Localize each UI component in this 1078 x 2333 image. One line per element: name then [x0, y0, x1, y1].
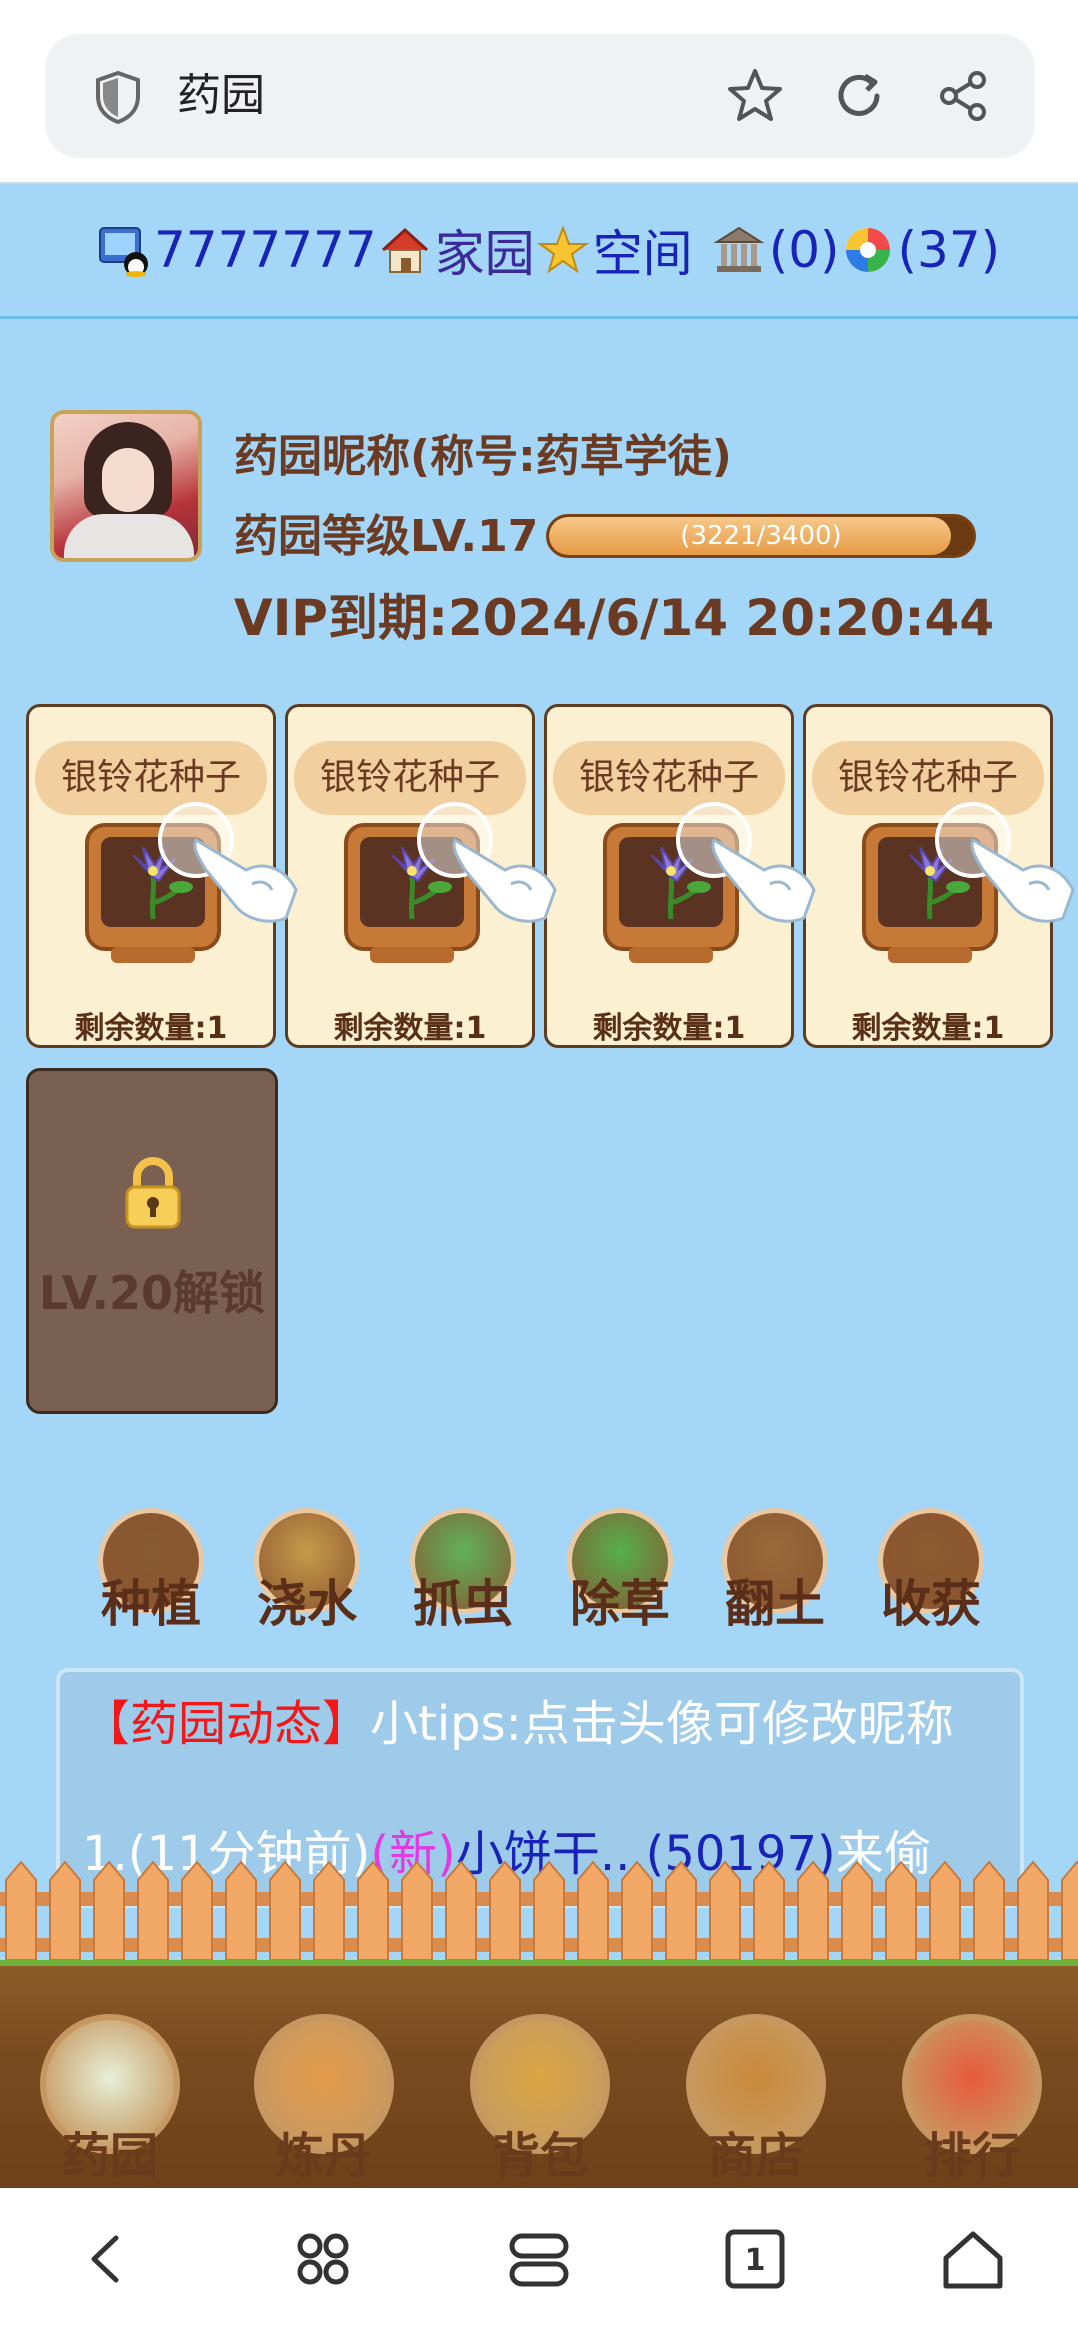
bank-count[interactable]: (0) [769, 221, 840, 279]
menu-icon[interactable] [288, 2224, 358, 2294]
seed-remaining: 剩余数量:1 [592, 1011, 746, 1046]
seed-remaining: 剩余数量:1 [333, 1011, 487, 1046]
seed-remaining: 剩余数量:1 [74, 1011, 228, 1046]
exp-progress-text: (3221/3400) [680, 521, 842, 551]
profile-level: 药园等级LV.17 [234, 511, 539, 562]
action-watering-can[interactable]: 浇水 [242, 1500, 372, 1640]
tap-hint-hand-icon [417, 802, 557, 923]
reload-icon[interactable] [831, 68, 887, 124]
nav-item-1[interactable]: 炼丹 [244, 2014, 404, 2184]
star-icon [536, 225, 589, 274]
shield-icon[interactable] [93, 70, 143, 124]
action-harvest-bag[interactable]: 收获 [866, 1500, 996, 1640]
system-navigation: 1 [0, 2188, 1078, 2333]
action-label: 浇水 [257, 1575, 357, 1633]
tap-hint-hand-icon [676, 802, 816, 923]
action-label: 翻土 [725, 1575, 825, 1633]
tab-count-icon[interactable]: 1 [720, 2224, 790, 2294]
action-bug-leaf[interactable]: 抓虫 [398, 1500, 528, 1640]
spin-count[interactable]: (37) [898, 221, 1001, 279]
qq-user-icon [99, 227, 148, 277]
share-icon[interactable] [935, 68, 991, 124]
nav-label: 商店 [707, 2128, 804, 2184]
avatar[interactable] [50, 410, 202, 562]
exp-progress-bar: (3221/3400) [546, 514, 976, 558]
bookmark-star-icon[interactable] [725, 66, 785, 126]
bank-icon [713, 226, 765, 272]
game-topbar: 7777777 家园 空间 (0) (37) [0, 184, 1078, 319]
action-sprout[interactable]: 种植 [86, 1500, 216, 1640]
garden-fence [0, 1860, 1078, 1976]
unlock-requirement: LV.20解锁 [38, 1266, 266, 1320]
space-link[interactable]: 空间 [593, 214, 693, 286]
dynamics-tip: 【药园动态】小tips:点击头像可修改昵称 [82, 1692, 1002, 1756]
action-label: 除草 [570, 1575, 670, 1633]
nav-item-2[interactable]: 背包 [460, 2014, 620, 2184]
tap-hint-hand-icon [158, 802, 298, 923]
home-link[interactable]: 家园 [435, 214, 535, 286]
address-bar[interactable]: 药园 [45, 34, 1035, 158]
action-weed-leaf[interactable]: 除草 [555, 1500, 685, 1640]
nav-label: 炼丹 [275, 2128, 372, 2184]
action-soil[interactable]: 翻土 [710, 1500, 840, 1640]
vip-expiry: VIP到期:2024/6/14 20:20:44 [234, 589, 995, 647]
nav-item-4[interactable]: 排行 [892, 2014, 1052, 2184]
action-label: 抓虫 [413, 1575, 513, 1633]
browser-toolbar: 药园 [0, 0, 1078, 184]
nav-item-0[interactable]: 药园 [30, 2014, 190, 2184]
nav-label: 背包 [491, 2128, 588, 2184]
action-label: 种植 [101, 1575, 201, 1633]
tabs-overview-icon[interactable] [504, 2224, 574, 2294]
tip-text[interactable]: 小tips:点击头像可修改昵称 [370, 1696, 954, 1752]
page-title[interactable]: 药园 [177, 64, 265, 128]
home-icon[interactable] [938, 2224, 1008, 2294]
pinwheel-icon [845, 228, 890, 272]
profile-nickname: 药园昵称(称号:药草学徒) [234, 431, 732, 482]
back-icon[interactable] [72, 2224, 142, 2294]
nav-item-3[interactable]: 商店 [676, 2014, 836, 2184]
action-label: 收获 [881, 1575, 981, 1633]
tap-hint-hand-icon [935, 802, 1075, 923]
nav-label: 药园 [61, 2128, 158, 2184]
dynamics-title: 【药园动态】 [82, 1696, 371, 1752]
lock-icon [125, 1157, 181, 1229]
user-id-link[interactable]: 7777777 [154, 221, 377, 279]
svg-text:1: 1 [745, 2243, 766, 2278]
seed-remaining: 剩余数量:1 [851, 1011, 1005, 1046]
locked-slot[interactable]: LV.20解锁 [26, 1068, 278, 1414]
nav-label: 排行 [923, 2128, 1020, 2184]
house-icon [381, 227, 428, 273]
